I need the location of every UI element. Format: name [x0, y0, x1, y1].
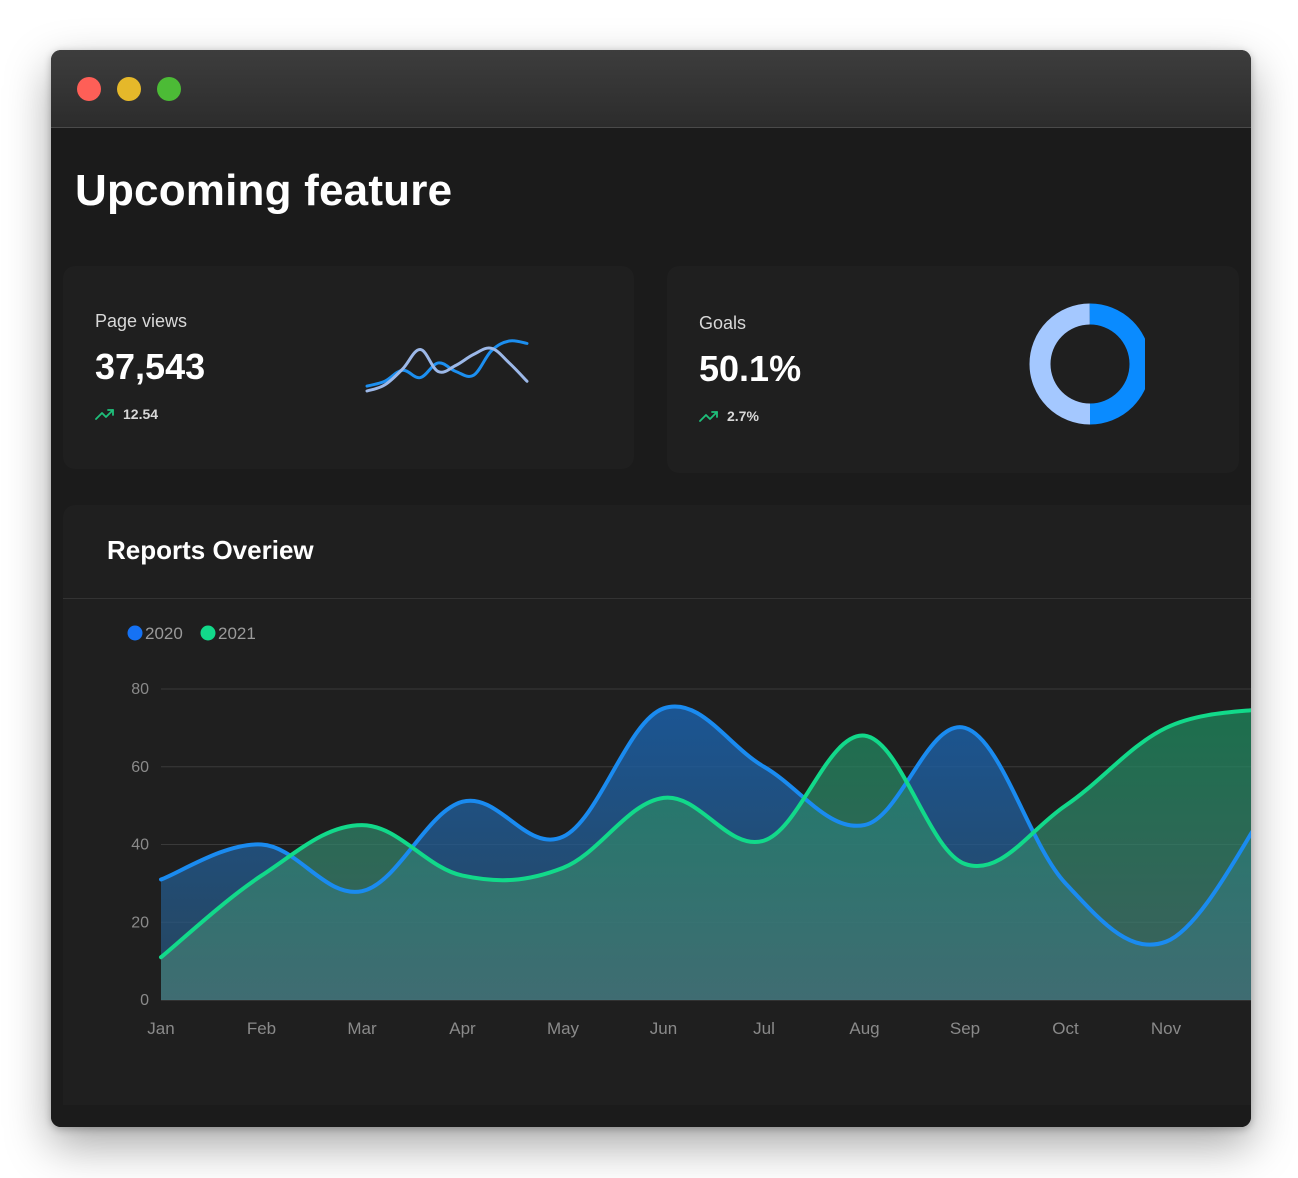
goals-donut-chart [1029, 303, 1151, 425]
goals-card: Goals 50.1% 2.7% [667, 266, 1239, 473]
y-tick-label: 20 [131, 914, 149, 931]
chart-x-axis: JanFebMarAprMayJunJulAugSepOctNovDec [147, 1019, 1182, 1038]
donut-clip-edge [1145, 303, 1151, 425]
reports-title: Reports Overiew [107, 535, 314, 565]
dashboard-content: Upcoming feature Page views 37,543 12.54… [51, 128, 1251, 1127]
trending-up-icon [95, 409, 114, 420]
page-views-trend-value: 12.54 [123, 406, 159, 422]
legend-label-2020[interactable]: 2020 [145, 624, 183, 643]
goals-label: Goals [699, 313, 747, 333]
x-tick-label: Sep [950, 1019, 980, 1038]
y-tick-label: 80 [131, 681, 149, 698]
x-tick-label: May [547, 1019, 580, 1038]
browser-window: Upcoming feature Page views 37,543 12.54… [51, 50, 1251, 1127]
page-title: Upcoming feature [75, 166, 453, 215]
goals-value: 50.1% [699, 348, 802, 389]
trending-up-icon [699, 411, 718, 422]
x-tick-label: Aug [849, 1019, 879, 1038]
page-views-label: Page views [95, 311, 188, 331]
page-views-value: 37,543 [95, 346, 206, 387]
donut-slice-1 [1029, 303, 1091, 425]
x-tick-label: Jun [650, 1019, 677, 1038]
x-tick-label: Feb [247, 1019, 276, 1038]
y-tick-label: 40 [131, 837, 149, 854]
legend-label-2021[interactable]: 2021 [218, 624, 256, 643]
goals-trend-value: 2.7% [727, 408, 759, 424]
minimize-window-button[interactable] [117, 77, 141, 101]
goals-trend: 2.7% [699, 408, 759, 424]
x-tick-label: Apr [449, 1019, 476, 1038]
x-tick-label: Jul [753, 1019, 775, 1038]
y-tick-label: 0 [140, 992, 149, 1009]
close-window-button[interactable] [77, 77, 101, 101]
maximize-window-button[interactable] [157, 77, 181, 101]
x-tick-label: Oct [1052, 1019, 1079, 1038]
x-tick-label: Nov [1151, 1019, 1182, 1038]
chart-areas [161, 706, 1251, 1000]
page-views-sparkline [365, 339, 529, 393]
sparkline-series-b [365, 346, 529, 393]
page-views-card: Page views 37,543 12.54 [63, 266, 634, 469]
legend-marker-2021 [200, 625, 216, 641]
donut-slice-0 [1089, 303, 1151, 425]
reports-area-chart: 2020 2021 0 20 40 60 80 Jan Feb Mar Apr May Jun Jul… [127, 624, 1251, 1038]
legend-marker-2020 [127, 625, 143, 641]
page-views-trend: 12.54 [95, 406, 158, 422]
x-tick-label: Mar [347, 1019, 377, 1038]
chart-legend: 2020 2021 [127, 624, 256, 643]
reports-overview-card: Reports Overiew 2020 2021 0 20 40 60 80 [63, 505, 1251, 1105]
window-titlebar [51, 50, 1251, 128]
y-tick-label: 60 [131, 759, 149, 776]
x-tick-label: Jan [147, 1019, 174, 1038]
